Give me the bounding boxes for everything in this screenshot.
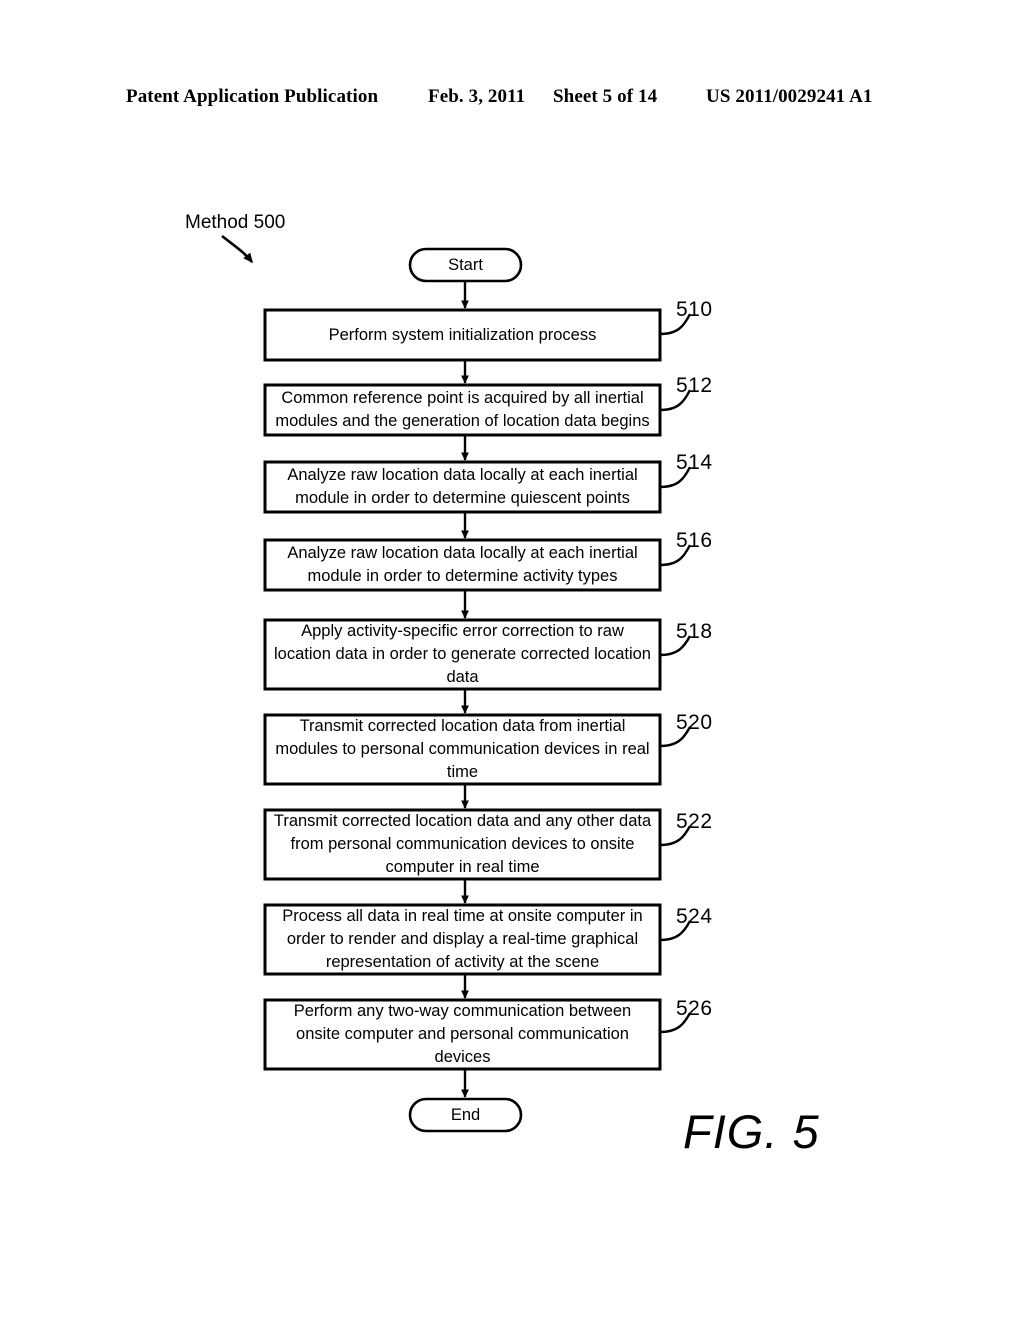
node-514-label: Analyze raw location data locally at eac…: [287, 466, 638, 507]
method-label: Method 500: [185, 212, 286, 233]
node-524-label: Process all data in real time at onsite …: [282, 907, 643, 971]
ref-num-526: 526: [676, 997, 713, 1020]
method-leader-arrow: [221, 234, 254, 264]
figure-caption: FIG. 5: [683, 1105, 820, 1158]
node-518-label: Apply activity-specific error correction…: [274, 622, 651, 686]
node-520-label: Transmit corrected location data from in…: [275, 717, 650, 781]
ref-num-520: 520: [676, 711, 713, 734]
ref-num-518: 518: [676, 620, 713, 643]
node-516-label: Analyze raw location data locally at eac…: [287, 544, 638, 585]
ref-num-522: 522: [676, 810, 713, 833]
figure-5-flowchart: Method 500 Start Perform system initiali…: [0, 0, 1024, 1320]
ref-num-516: 516: [676, 529, 713, 552]
node-end-label: End: [450, 1105, 481, 1124]
node-510-label: Perform system initialization process: [328, 325, 597, 344]
ref-num-524: 524: [676, 905, 713, 928]
node-512-label: Common reference point is acquired by al…: [275, 389, 650, 430]
ref-num-512: 512: [676, 374, 713, 397]
ref-num-514: 514: [676, 451, 713, 474]
ref-num-510: 510: [676, 298, 713, 321]
node-526-label: Perform any two-way communication betwee…: [293, 1002, 632, 1066]
node-start-label: Start: [448, 255, 483, 274]
node-522-label: Transmit corrected location data and any…: [273, 812, 652, 876]
